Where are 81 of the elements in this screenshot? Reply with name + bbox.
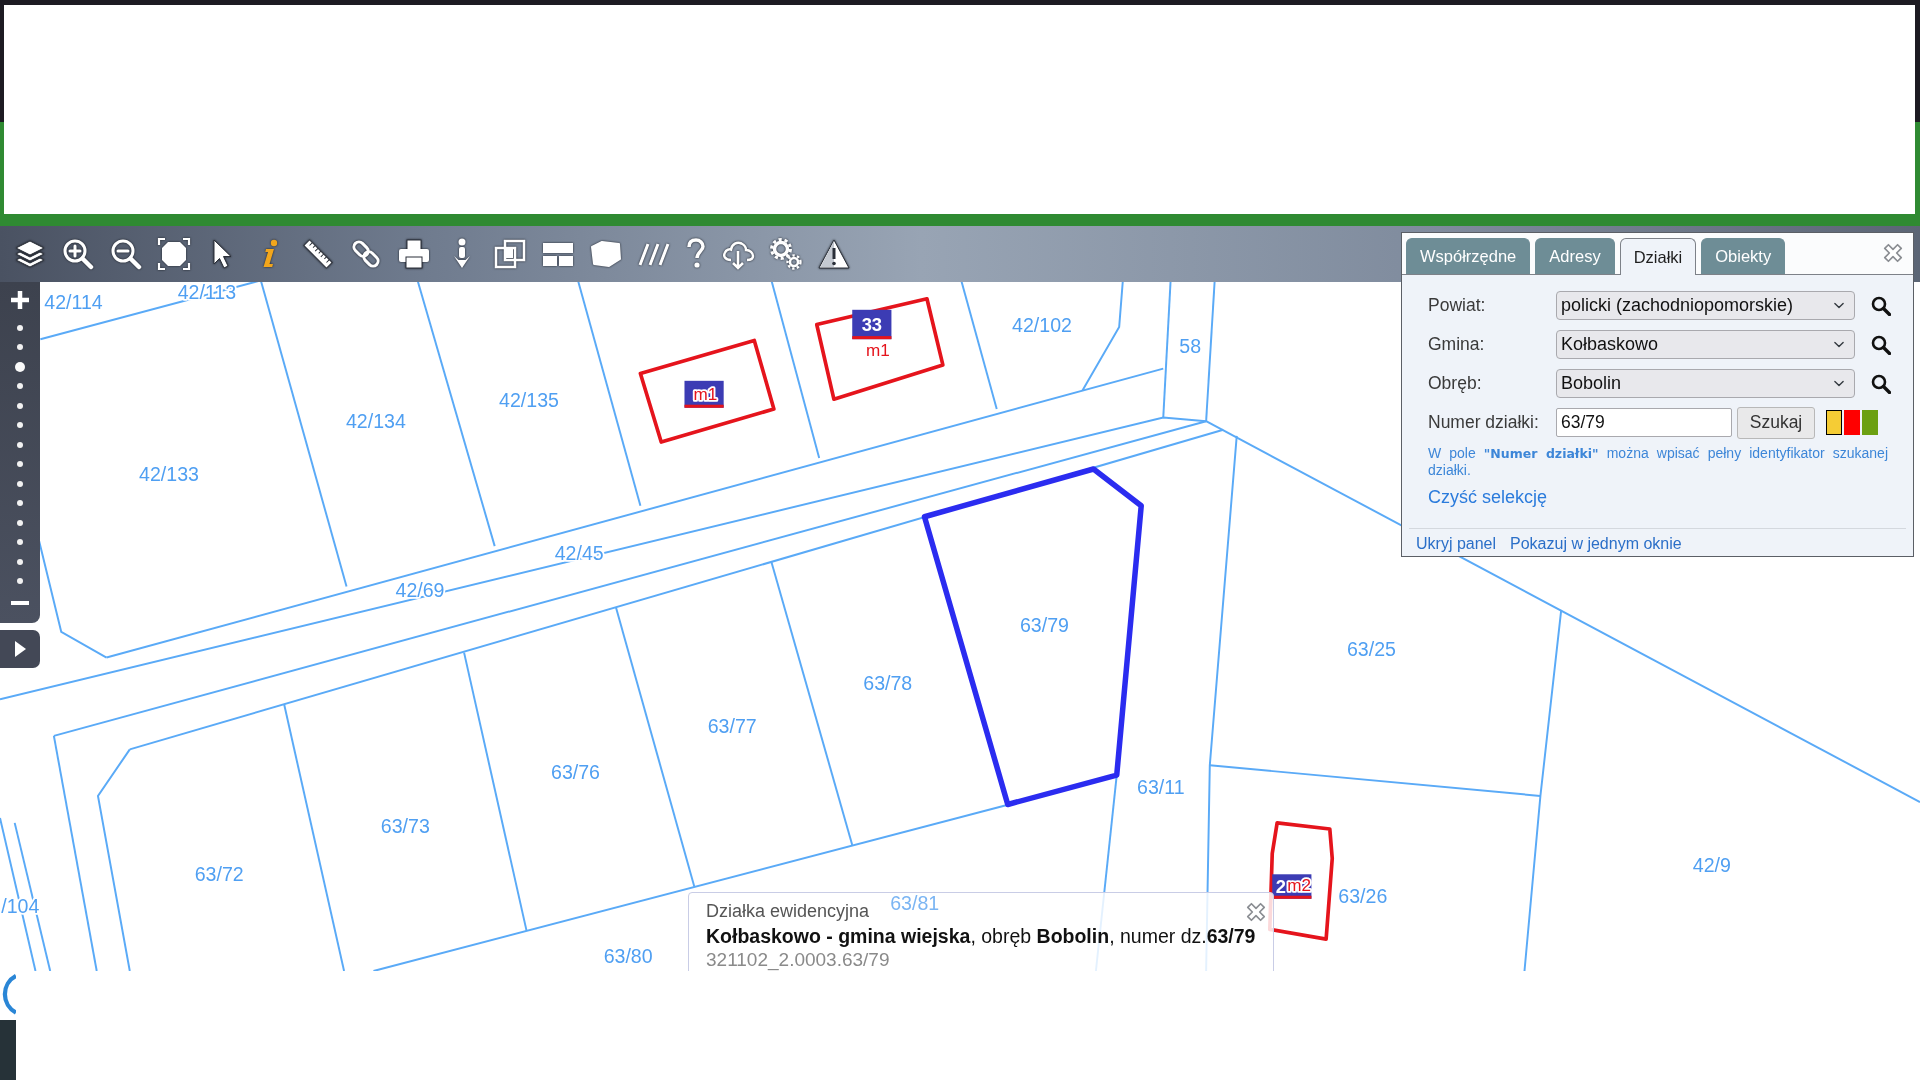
zoom-level-dot[interactable] [17, 441, 23, 448]
zoom-level-dot[interactable] [17, 402, 23, 409]
clear-selection-link[interactable]: Czyść selekcję [1428, 486, 1548, 508]
zoom-slider-thumb[interactable] [15, 361, 25, 372]
help-icon[interactable] [685, 237, 707, 271]
parcel-label: 63/72 [194, 863, 244, 885]
zoom-level-dot[interactable] [17, 344, 23, 351]
arc-icon [2, 974, 18, 1015]
hint-text: W pole "Numer działki" można wpisać pełny identyfikator szukanej działki. [1428, 445, 1888, 478]
zoom-out-icon[interactable] [109, 237, 143, 271]
parcel-label: 63/80 [603, 945, 653, 968]
parcel-label: 42/9 [1692, 854, 1731, 877]
tab[interactable]: Adresy [1535, 238, 1615, 274]
footer-link[interactable]: Ukryj panel [1416, 534, 1497, 554]
field-label: Gmina: [1428, 333, 1486, 357]
popup-title: Działka ewidencyjna [706, 900, 870, 923]
field-label: Obręb: [1428, 372, 1483, 396]
parcel-label: 58 [1179, 335, 1202, 358]
footer-strip [0, 1020, 16, 1080]
parcel-label: 63/25 [1346, 637, 1396, 660]
search-icon[interactable] [1871, 334, 1891, 355]
parcel-label: 63/81 [890, 892, 940, 915]
search-icon[interactable] [1871, 373, 1891, 394]
parcel-label: 63/78 [863, 672, 913, 694]
parcel-label: 63/77 [707, 714, 757, 737]
building-code-label: m1 [693, 384, 718, 405]
search-button[interactable]: Szukaj [1737, 406, 1815, 439]
parcel-label: 42/135 [499, 389, 559, 412]
zoom-level-dot[interactable] [17, 422, 23, 429]
zoom-level-dot[interactable] [17, 558, 23, 565]
search-icon[interactable] [1871, 295, 1891, 316]
field-label: Powiat: [1428, 294, 1487, 318]
close-icon[interactable] [1882, 242, 1904, 264]
parcel-label: 63/11 [1137, 776, 1185, 799]
parcel-label: 42/69 [395, 578, 445, 601]
zoom-level-dot[interactable] [17, 578, 23, 585]
footer-link[interactable]: Pokazuj w jednym oknie [1510, 534, 1682, 554]
zoom-level-dot[interactable] [17, 324, 23, 331]
gears-icon[interactable] [769, 237, 803, 271]
color-swatch-icon[interactable] [1844, 410, 1860, 435]
parcel-label: 42/134 [345, 409, 406, 432]
parcel-label: 42/114 [44, 291, 103, 314]
building-number-tag [684, 380, 724, 408]
zoom-level-dot[interactable] [17, 519, 23, 526]
toggle-button[interactable] [0, 630, 40, 668]
zoom-level-dot[interactable] [17, 383, 23, 390]
parcel-label: 42/133 [139, 462, 199, 485]
dropdown[interactable]: policki (zachodniopomorskie) [1556, 291, 1855, 320]
parcel-label: 63/79 [1020, 614, 1069, 637]
building-code-label: m2 [1287, 875, 1312, 896]
zoom-slider-track[interactable] [15, 324, 25, 585]
zoom-level-dot[interactable] [17, 480, 23, 487]
parcel-label: 42/102 [1012, 314, 1072, 337]
close-icon[interactable] [1245, 901, 1267, 923]
tab[interactable]: Obiekty [1701, 238, 1786, 274]
color-swatch-icon[interactable] [1826, 410, 1842, 435]
parcel-description: Kołbaskowo - gmina wiejska, obręb Bobolin, numer dz.63/79 [706, 924, 1256, 949]
tab[interactable]: Współrzędne [1406, 238, 1531, 274]
printer-icon[interactable] [397, 237, 431, 271]
zoom-level-dot[interactable] [17, 461, 23, 468]
zoom-level-dot[interactable] [17, 500, 23, 507]
zoom-level-dot[interactable] [17, 539, 23, 546]
dropdown[interactable]: Bobolin [1556, 369, 1855, 398]
full-extent-icon[interactable] [157, 237, 191, 271]
plus-icon[interactable] [9, 289, 31, 311]
parcel-label: 42/45 [554, 542, 604, 565]
zoom-in-icon[interactable] [61, 237, 95, 271]
input-field[interactable]: 63/79 [1556, 408, 1732, 437]
building-code-label: m1 [866, 340, 890, 361]
parcel-identifier: 321102_2.0003.63/79 [706, 949, 890, 971]
building-number-tag: 33 [852, 309, 892, 340]
parcel-label: 63/26 [1338, 885, 1388, 908]
overlapping-squares-icon[interactable] [493, 237, 527, 271]
field-label: Numer działki: [1428, 411, 1540, 435]
dropdown[interactable]: Kołbaskowo [1556, 330, 1855, 359]
warning-icon[interactable] [817, 237, 851, 271]
triangle-icon [13, 640, 27, 658]
color-swatch-icon[interactable] [1862, 410, 1878, 435]
parcel-label: 63/76 [551, 761, 600, 784]
tab[interactable]: Działki [1619, 238, 1697, 275]
parcel-label: 63/73 [380, 815, 430, 838]
